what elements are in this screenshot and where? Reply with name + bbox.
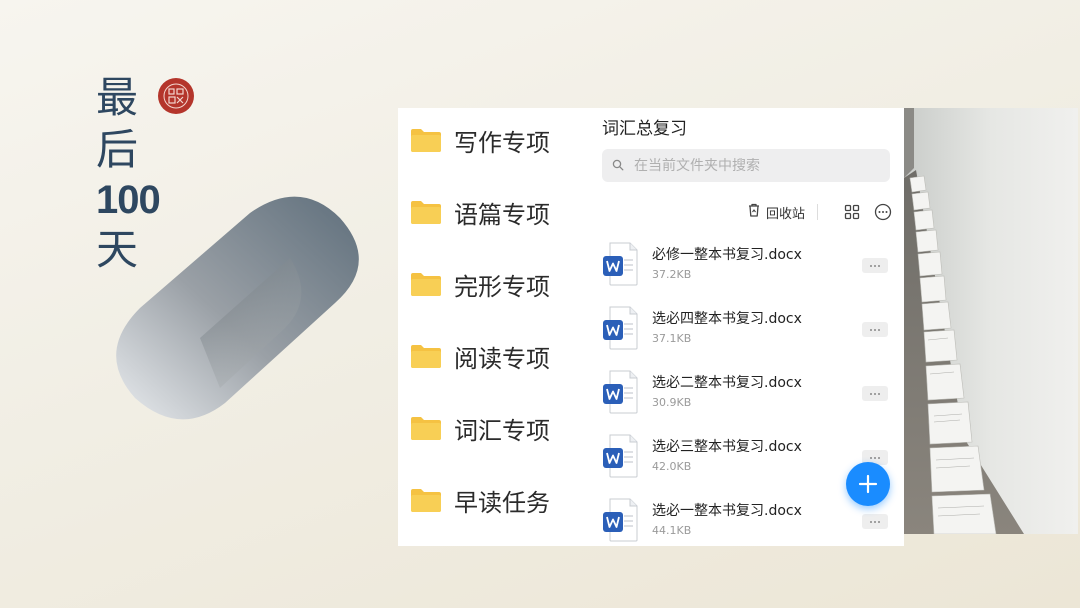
folder-item[interactable]: 词汇专项 — [410, 408, 550, 448]
add-file-button[interactable] — [846, 462, 890, 506]
folder-item[interactable]: 完形专项 — [410, 264, 550, 304]
red-seal-icon — [158, 78, 194, 114]
folder-icon — [410, 199, 442, 225]
folder-item[interactable]: 早读任务 — [410, 480, 550, 520]
recycle-bin-button[interactable]: 回收站 — [746, 202, 805, 222]
folder-item[interactable]: 阅读专项 — [410, 336, 550, 376]
folder-item[interactable]: 语篇专项 — [410, 192, 550, 232]
file-toolbar: 回收站 — [746, 200, 892, 224]
folder-icon — [410, 343, 442, 369]
file-size: 30.9KB — [652, 396, 692, 409]
folder-label: 写作专项 — [454, 128, 550, 157]
file-name: 选必二整本书复习.docx — [652, 375, 802, 391]
word-doc-icon — [602, 370, 638, 418]
decorative-ribbon — [116, 196, 359, 420]
title-char: 后 — [96, 125, 139, 174]
file-row[interactable]: 选必二整本书复习.docx 30.9KB — [602, 366, 892, 422]
file-row[interactable]: 选必四整本书复习.docx 37.1KB — [602, 302, 892, 358]
plus-icon — [858, 474, 878, 494]
more-options-icon[interactable] — [874, 203, 892, 221]
title-char: 最 — [96, 73, 139, 122]
folder-label: 语篇专项 — [454, 200, 550, 229]
word-doc-icon — [602, 498, 638, 546]
recycle-bin-label: 回收站 — [765, 206, 805, 222]
search-bar[interactable] — [602, 149, 890, 182]
file-row[interactable]: 必修一整本书复习.docx 37.2KB — [602, 238, 892, 294]
file-more-button[interactable] — [862, 514, 888, 529]
file-name: 选必四整本书复习.docx — [652, 311, 802, 327]
folder-icon — [410, 271, 442, 297]
word-doc-icon — [602, 306, 638, 354]
search-icon — [612, 156, 624, 175]
file-more-button[interactable] — [862, 258, 888, 273]
file-size: 44.1KB — [652, 524, 692, 537]
folder-list: 写作专项 语篇专项 完形专项 阅读专项 词汇专项 早读任务 — [398, 108, 598, 546]
file-more-button[interactable] — [862, 386, 888, 401]
recycle-bin-icon — [746, 202, 762, 222]
folder-label: 完形专项 — [454, 272, 550, 301]
folder-icon — [410, 487, 442, 513]
file-size: 42.0KB — [652, 460, 692, 473]
photo-papers-on-floor — [904, 108, 1078, 534]
search-input[interactable] — [634, 157, 864, 174]
file-name: 必修一整本书复习.docx — [652, 247, 802, 263]
file-row[interactable]: 选必一整本书复习.docx 44.1KB — [602, 494, 892, 546]
file-more-button[interactable] — [862, 322, 888, 337]
folder-label: 阅读专项 — [454, 344, 550, 373]
folder-label: 早读任务 — [454, 488, 550, 517]
file-panel: 词汇总复习 回收站 必修一整本书复习.docx 37.2KB — [598, 108, 904, 546]
folder-icon — [410, 415, 442, 441]
toolbar-divider — [817, 204, 818, 220]
file-size: 37.1KB — [652, 332, 692, 345]
folder-icon — [410, 127, 442, 153]
word-doc-icon — [602, 242, 638, 290]
grid-view-icon[interactable] — [844, 204, 860, 220]
file-size: 37.2KB — [652, 268, 692, 281]
word-doc-icon — [602, 434, 638, 482]
folder-item[interactable]: 写作专项 — [410, 120, 550, 160]
file-name: 选必三整本书复习.docx — [652, 439, 802, 455]
file-name: 选必一整本书复习.docx — [652, 503, 802, 519]
current-folder-title: 词汇总复习 — [602, 119, 687, 139]
folder-label: 词汇专项 — [454, 416, 550, 445]
